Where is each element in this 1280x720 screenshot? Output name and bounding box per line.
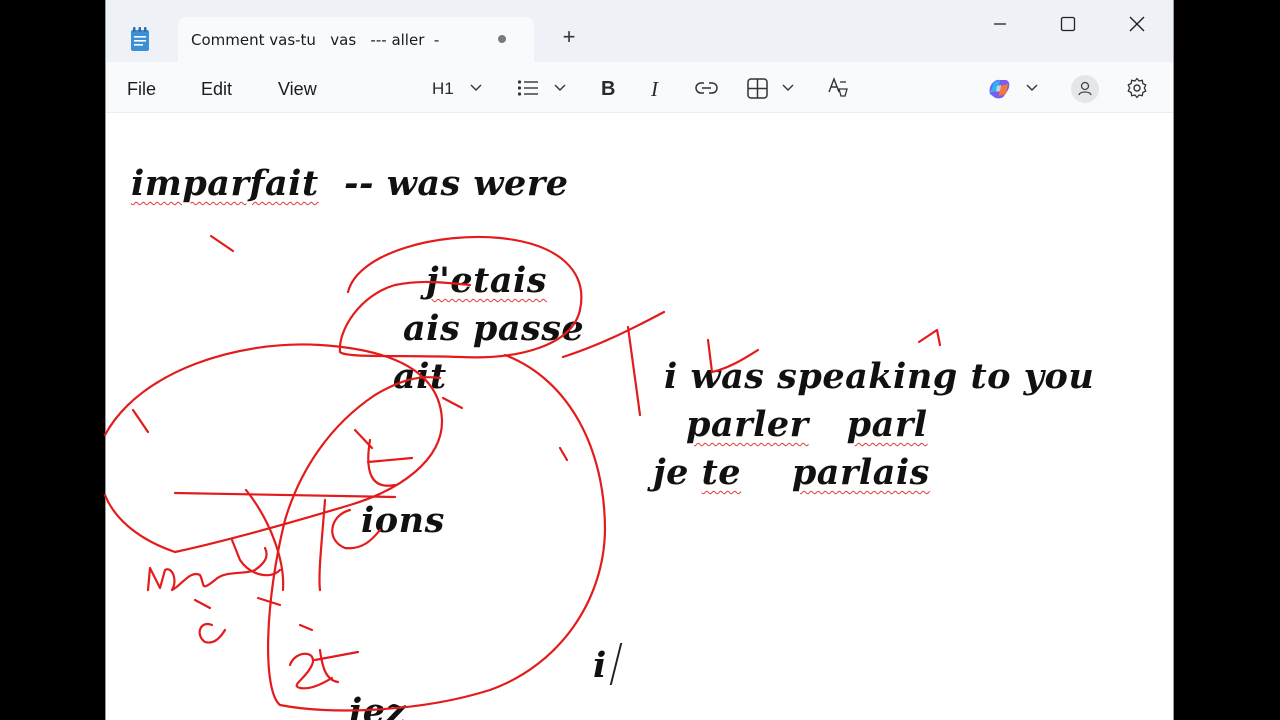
bold-button[interactable]: B: [601, 76, 615, 102]
unsaved-dot-icon[interactable]: [498, 35, 506, 43]
document-tab[interactable]: Comment vas-tu vas --- aller -: [178, 17, 534, 62]
copilot-icon[interactable]: [986, 76, 1012, 100]
view-menu[interactable]: View: [278, 79, 317, 100]
account-icon[interactable]: [1071, 75, 1099, 103]
tab-title: Comment vas-tu vas --- aller -: [191, 31, 440, 49]
file-menu[interactable]: File: [127, 79, 156, 100]
title-bar: Comment vas-tu vas --- aller - +: [106, 0, 1173, 62]
maximize-icon[interactable]: [1045, 10, 1091, 38]
close-icon[interactable]: [1114, 10, 1160, 38]
gear-icon[interactable]: [1126, 77, 1148, 99]
document-editor[interactable]: imparfait -- was were j'etais ais passe …: [106, 113, 1156, 720]
text-line-je-te-parlais: je te parlais: [653, 452, 930, 493]
text-cursor: [609, 643, 623, 685]
text-line-imparfait: imparfait -- was were: [131, 163, 569, 204]
notepad-window: Comment vas-tu vas --- aller - + File Ed…: [105, 0, 1174, 720]
chevron-down-icon[interactable]: [782, 84, 794, 92]
text-line-parler: parler parl: [686, 404, 928, 445]
link-icon[interactable]: [695, 79, 718, 97]
bulleted-list-icon[interactable]: [517, 78, 539, 98]
text-line-speaking: i was speaking to you: [664, 356, 1095, 397]
word-imparfait: imparfait: [131, 163, 319, 204]
text-line-ait: ait: [393, 356, 447, 397]
text-line-jetais: j'etais: [426, 260, 547, 301]
italic-button[interactable]: I: [651, 76, 658, 102]
table-icon[interactable]: [747, 78, 768, 99]
chevron-down-icon[interactable]: [470, 84, 482, 92]
notepad-app-icon: [131, 27, 149, 51]
text-line-ais-passe: ais passe: [403, 308, 585, 349]
clear-formatting-icon[interactable]: [826, 76, 850, 100]
text-line-ions: ions: [361, 500, 445, 541]
chevron-down-icon[interactable]: [1026, 84, 1038, 92]
text-line-iez: iez: [349, 691, 406, 720]
plus-icon[interactable]: +: [558, 26, 580, 48]
word-was-were: -- was were: [318, 163, 569, 204]
minimize-icon[interactable]: [977, 10, 1023, 38]
heading-dropdown[interactable]: H1: [432, 76, 454, 102]
menu-bar: File Edit View H1 B I: [106, 62, 1173, 113]
chevron-down-icon[interactable]: [554, 84, 566, 92]
text-line-i: i: [593, 645, 607, 686]
edit-menu[interactable]: Edit: [201, 79, 232, 100]
